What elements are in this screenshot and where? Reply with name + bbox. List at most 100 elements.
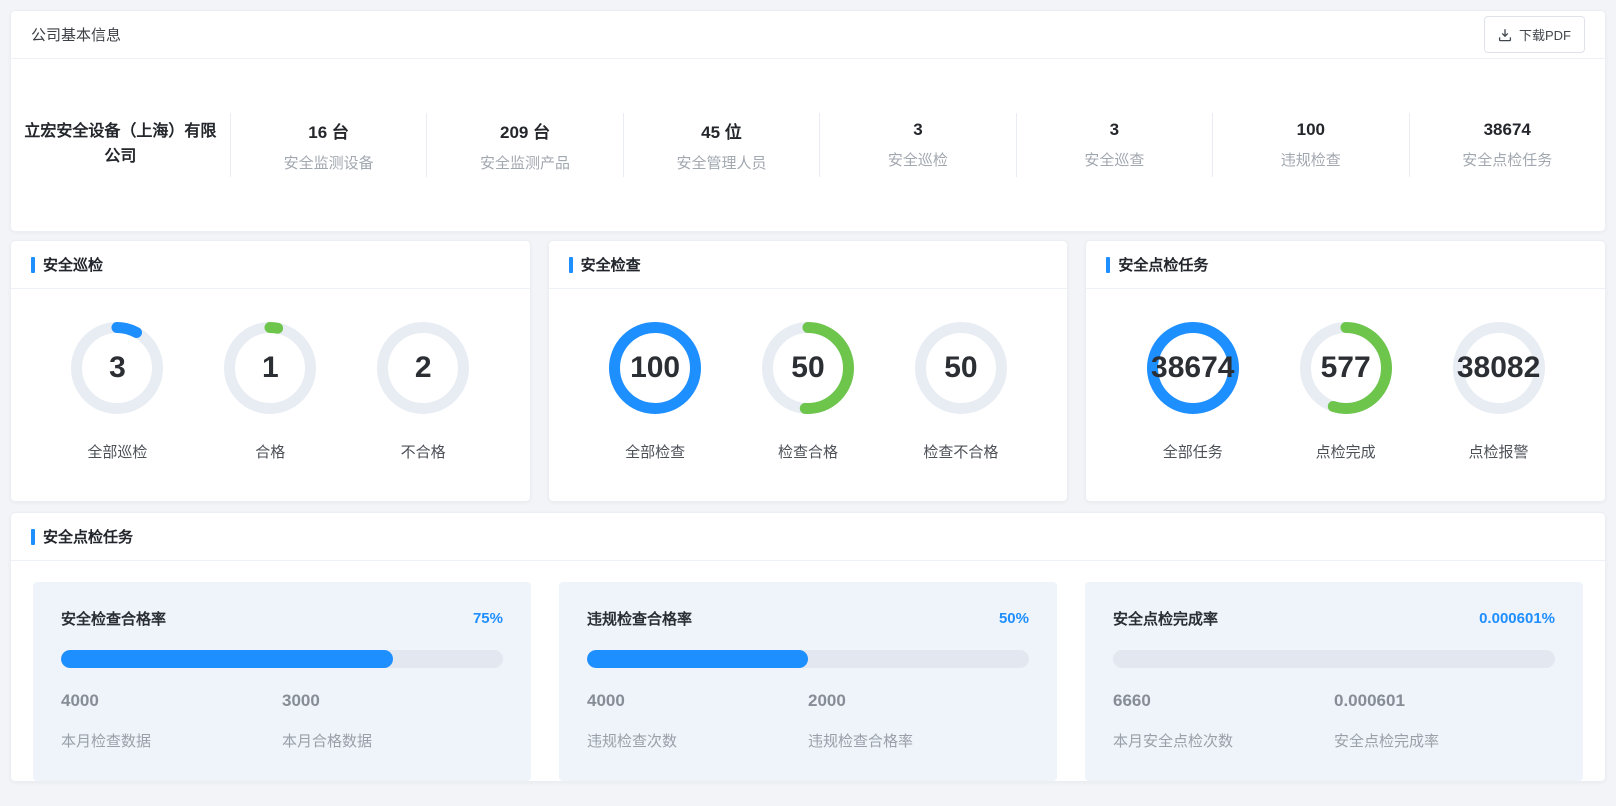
donut-ring-chart: 38082 [1453, 322, 1545, 414]
stat-monitor-products: 209 台 安全监测产品 [427, 113, 623, 177]
donut-ring-chart: 50 [762, 322, 854, 414]
progress-bar [1113, 650, 1555, 668]
progress-bar-fill [587, 650, 808, 668]
progress-bar-fill [61, 650, 393, 668]
stat-value: 3 [913, 120, 922, 140]
donut-label: 全部巡检 [87, 441, 147, 462]
donut-ring-chart: 100 [609, 322, 701, 414]
panel-stat-value: 4000 [61, 691, 282, 711]
panel-violation-pass-rate: 违规检查合格率 50% 4000 违规检查次数 2000 违规检查合格率 [559, 582, 1057, 781]
company-info-title: 公司基本信息 [31, 24, 121, 45]
panel-percent: 75% [473, 610, 503, 627]
card-header: 安全检查 [549, 241, 1068, 289]
panel-stat: 4000 本月检查数据 [61, 691, 282, 751]
company-name-cell: 立宏安全设备（上海）有限公司 [11, 113, 231, 177]
stat-safety-patrol: 3 安全巡检 [820, 113, 1016, 177]
accent-bar [569, 257, 573, 273]
stat-value: 209 台 [500, 118, 550, 143]
card-header: 安全点检任务 [11, 513, 1605, 561]
stat-value: 100 [1297, 120, 1325, 140]
panel-stat: 4000 违规检查次数 [587, 691, 808, 751]
donut-value: 38674 [1147, 322, 1239, 414]
stat-label: 安全巡查 [1084, 149, 1144, 170]
panel-stats: 6660 本月安全点检次数 0.000601 安全点检完成率 [1113, 691, 1555, 751]
donut-label: 检查合格 [778, 441, 838, 462]
panel-stat-label: 安全点检完成率 [1334, 730, 1555, 751]
panel-stat-label: 本月安全点检次数 [1113, 730, 1334, 751]
stat-label: 安全管理人员 [676, 152, 766, 173]
panel-stats: 4000 本月检查数据 3000 本月合格数据 [61, 691, 503, 751]
progress-panels-row: 安全检查合格率 75% 4000 本月检查数据 3000 本月合格数据 [11, 561, 1605, 802]
accent-bar [31, 257, 35, 273]
donut-stat-tasks-done: 577 点检完成 [1300, 322, 1392, 462]
donut-stat-total-checks: 100 全部检查 [609, 322, 701, 462]
stat-safety-managers: 45 位 安全管理人员 [624, 113, 820, 177]
download-pdf-label: 下载PDF [1519, 25, 1571, 44]
donut-label: 不合格 [401, 441, 446, 462]
card-title: 安全点检任务 [43, 526, 133, 547]
stat-monitor-devices: 16 台 安全监测设备 [231, 113, 427, 177]
panel-header: 安全检查合格率 75% [61, 608, 503, 629]
panel-title: 安全点检完成率 [1113, 608, 1218, 629]
donut-row: 100 全部检查 50 检查合格 50 检查不合格 [549, 289, 1068, 462]
card-title: 安全巡检 [43, 254, 103, 275]
stat-value: 38674 [1484, 120, 1531, 140]
download-pdf-button[interactable]: 下载PDF [1484, 16, 1585, 53]
donut-cards-row: 安全巡检 3 全部巡检 1 合格 [10, 240, 1606, 502]
panel-stat-label: 本月检查数据 [61, 730, 282, 751]
spot-check-progress-card: 安全点检任务 安全检查合格率 75% 4000 本月检查数据 3000 [10, 512, 1606, 782]
panel-percent: 0.000601% [1479, 610, 1555, 627]
panel-stat-label: 违规检查次数 [587, 730, 808, 751]
donut-ring-chart: 2 [377, 322, 469, 414]
donut-stat-tasks-alarm: 38082 点检报警 [1453, 322, 1545, 462]
stat-safety-inspection-tour: 3 安全巡查 [1017, 113, 1213, 177]
stat-value: 3 [1110, 120, 1119, 140]
donut-value: 50 [915, 322, 1007, 414]
donut-value: 3 [71, 322, 163, 414]
panel-title: 违规检查合格率 [587, 608, 692, 629]
progress-bar [61, 650, 503, 668]
panel-stat-value: 2000 [808, 691, 1029, 711]
accent-bar [1106, 257, 1110, 273]
card-title: 安全检查 [581, 254, 641, 275]
stat-spot-check-tasks: 38674 安全点检任务 [1410, 113, 1605, 177]
stat-value: 16 台 [308, 118, 349, 143]
panel-title: 安全检查合格率 [61, 608, 166, 629]
donut-stat-total-tasks: 38674 全部任务 [1147, 322, 1239, 462]
panel-spot-check-completion-rate: 安全点检完成率 0.000601% 6660 本月安全点检次数 0.000601… [1085, 582, 1583, 781]
donut-value: 100 [609, 322, 701, 414]
donut-stat-unqualified: 2 不合格 [377, 322, 469, 462]
panel-stat-value: 3000 [282, 691, 503, 711]
donut-value: 1 [224, 322, 316, 414]
stat-label: 安全监测产品 [480, 152, 570, 173]
donut-row: 38674 全部任务 577 点检完成 38082 点检报 [1086, 289, 1605, 462]
company-stats-row: 立宏安全设备（上海）有限公司 16 台 安全监测设备 209 台 安全监测产品 … [11, 59, 1605, 231]
donut-label: 全部任务 [1163, 441, 1223, 462]
panel-stat-label: 本月合格数据 [282, 730, 503, 751]
spot-check-tasks-card: 安全点检任务 38674 全部任务 577 点检完成 [1085, 240, 1606, 502]
donut-value: 38082 [1453, 322, 1545, 414]
panel-stats: 4000 违规检查次数 2000 违规检查合格率 [587, 691, 1029, 751]
panel-stat-value: 0.000601 [1334, 691, 1555, 711]
donut-stat-check-fail: 50 检查不合格 [915, 322, 1007, 462]
stat-label: 安全巡检 [888, 149, 948, 170]
donut-label: 检查不合格 [923, 441, 998, 462]
safety-patrol-card: 安全巡检 3 全部巡检 1 合格 [10, 240, 531, 502]
panel-stat-value: 6660 [1113, 691, 1334, 711]
safety-check-card: 安全检查 100 全部检查 50 检查合格 [548, 240, 1069, 502]
stat-label: 安全点检任务 [1462, 149, 1552, 170]
card-header: 安全巡检 [11, 241, 530, 289]
company-info-card: 公司基本信息 下载PDF 立宏安全设备（上海）有限公司 16 台 安全监测设备 [10, 10, 1606, 232]
donut-row: 3 全部巡检 1 合格 2 不合格 [11, 289, 530, 462]
donut-ring-chart: 577 [1300, 322, 1392, 414]
donut-stat-qualified: 1 合格 [224, 322, 316, 462]
company-name: 立宏安全设备（上海）有限公司 [20, 120, 220, 170]
donut-ring-chart: 3 [71, 322, 163, 414]
download-icon [1498, 28, 1512, 42]
donut-ring-chart: 38674 [1147, 322, 1239, 414]
stat-violation-checks: 100 违规检查 [1213, 113, 1409, 177]
stat-value: 45 位 [701, 118, 742, 143]
panel-stat: 2000 违规检查合格率 [808, 691, 1029, 751]
panel-stat: 0.000601 安全点检完成率 [1334, 691, 1555, 751]
panel-header: 违规检查合格率 50% [587, 608, 1029, 629]
